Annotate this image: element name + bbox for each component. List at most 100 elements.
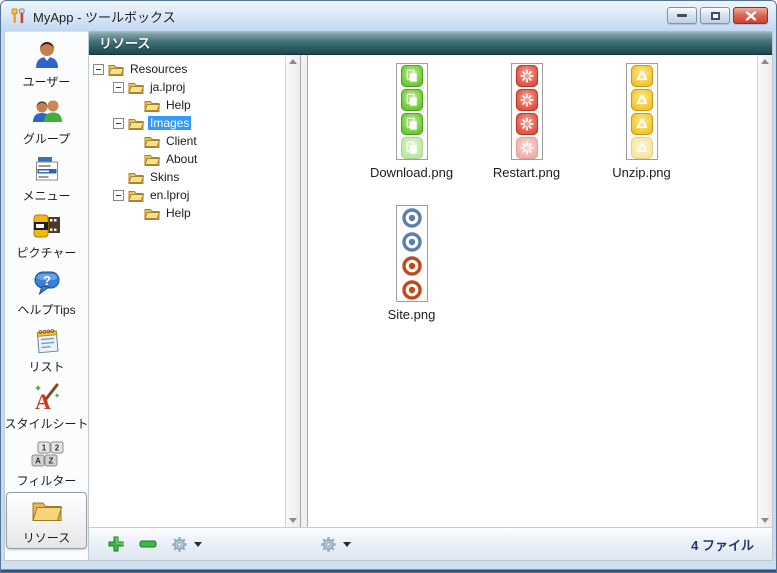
files-scrollbar[interactable] [757, 55, 772, 527]
starburst-icon [516, 65, 538, 87]
filter-keys-icon: 1 2 A Z [30, 438, 64, 470]
sidebar-item-help-tips[interactable]: ? ヘルプTips [6, 264, 87, 321]
file-name: Restart.png [493, 165, 560, 180]
file-name: Site.png [388, 307, 436, 322]
main-panel: リソース Resources ja.lproj [89, 31, 773, 561]
user-icon [30, 39, 64, 71]
recycle-icon [631, 89, 653, 111]
resource-tree-panel: Resources ja.lproj Help [89, 55, 301, 527]
files-actions-button[interactable] [320, 536, 351, 553]
folder-icon [144, 99, 160, 112]
window-frame-bottom [1, 561, 776, 573]
sidebar-item-menu[interactable]: メニュー [6, 150, 87, 207]
sidebar-item-group[interactable]: グループ [6, 93, 87, 150]
scroll-down-icon[interactable] [761, 518, 769, 523]
sidebar-item-filter[interactable]: 1 2 A Z フィルター [6, 435, 87, 492]
tree-item-about[interactable]: About [93, 150, 285, 168]
tree-item-images[interactable]: Images [93, 114, 285, 132]
sidebar-item-label: メニュー [22, 187, 70, 204]
notepad-icon [30, 324, 64, 356]
tree-item-label: Skins [148, 170, 181, 184]
collapse-expander-icon[interactable] [113, 82, 124, 93]
group-icon [30, 96, 64, 128]
sidebar-item-resources[interactable]: リソース [6, 492, 87, 549]
sidebar-item-list[interactable]: リスト [6, 321, 87, 378]
panel-splitter[interactable] [301, 55, 308, 527]
svg-text:1: 1 [41, 444, 46, 453]
close-button[interactable] [733, 7, 768, 24]
target-ring-icon [401, 279, 423, 301]
tree-actions-button[interactable] [171, 536, 202, 553]
tree-item-help[interactable]: Help [93, 96, 285, 114]
tree-item-ja-lproj[interactable]: ja.lproj [93, 78, 285, 96]
copy-pages-icon [401, 137, 423, 159]
sidebar-item-label: ユーザー [23, 73, 71, 90]
tree-item-help-en[interactable]: Help [93, 204, 285, 222]
maximize-icon [711, 12, 720, 20]
plus-icon [107, 535, 125, 553]
copy-pages-icon [401, 113, 423, 135]
toolbox-app-icon [9, 7, 27, 25]
sidebar-item-label: フィルター [17, 472, 77, 489]
scroll-up-icon[interactable] [761, 59, 769, 64]
maximize-button[interactable] [700, 7, 730, 24]
titlebar[interactable]: MyApp - ツールボックス [1, 1, 776, 31]
folder-icon [128, 117, 144, 130]
image-strip [396, 63, 428, 160]
file-item-download[interactable]: Download.png [354, 63, 469, 205]
scroll-down-icon[interactable] [289, 518, 297, 523]
sidebar-item-stylesheet[interactable]: A スタイルシート [6, 378, 87, 435]
file-name: Download.png [370, 165, 453, 180]
folder-icon [144, 207, 160, 220]
stylesheet-icon: A [30, 381, 64, 413]
sidebar-item-label: ヘルプTips [17, 301, 75, 318]
tree-item-en-lproj[interactable]: en.lproj [93, 186, 285, 204]
sidebar-item-user[interactable]: ユーザー [6, 36, 87, 93]
tree-scrollbar[interactable] [285, 55, 300, 527]
panel-title: リソース [99, 33, 150, 52]
sidebar-item-label: ピクチャー [17, 244, 77, 261]
tree-item-skins[interactable]: Skins [93, 168, 285, 186]
minimize-icon [677, 14, 687, 17]
recycle-icon [631, 137, 653, 159]
scroll-up-icon[interactable] [289, 59, 297, 64]
target-ring-icon [401, 255, 423, 277]
target-ring-icon [401, 207, 423, 229]
add-button[interactable] [107, 535, 125, 553]
tree-item-client[interactable]: Client [93, 132, 285, 150]
remove-button[interactable] [139, 540, 157, 548]
tree-item-label: en.lproj [148, 188, 191, 202]
file-item-unzip[interactable]: Unzip.png [584, 63, 699, 205]
help-bubble-icon: ? [30, 267, 64, 299]
sidebar-item-label: リスト [28, 358, 64, 375]
file-item-restart[interactable]: Restart.png [469, 63, 584, 205]
window-controls [667, 1, 768, 24]
starburst-icon [516, 137, 538, 159]
collapse-expander-icon[interactable] [113, 190, 124, 201]
folder-icon [128, 81, 144, 94]
recycle-icon [631, 113, 653, 135]
sidebar-item-picture[interactable]: ピクチャー [6, 207, 87, 264]
image-strip [511, 63, 543, 160]
copy-pages-icon [401, 65, 423, 87]
files-panel: Download.png Restart.png [308, 55, 772, 527]
collapse-expander-icon[interactable] [93, 64, 104, 75]
minus-icon [139, 540, 157, 548]
file-item-site[interactable]: Site.png [354, 205, 469, 347]
tree-item-label: About [164, 152, 199, 166]
svg-text:?: ? [43, 273, 51, 288]
dropdown-caret-icon [343, 542, 351, 547]
sidebar-item-label: リソース [23, 529, 70, 546]
gear-icon [171, 536, 188, 553]
sidebar-item-label: グループ [23, 130, 70, 147]
tree-item-resources[interactable]: Resources [93, 60, 285, 78]
collapse-expander-icon[interactable] [113, 118, 124, 129]
bottom-toolbar: 4 ファイル [89, 527, 772, 560]
folder-icon [108, 63, 124, 76]
open-folder-icon [30, 495, 64, 527]
tree-item-label: Client [164, 134, 199, 148]
close-icon [745, 11, 757, 21]
minimize-button[interactable] [667, 7, 697, 24]
recycle-icon [631, 65, 653, 87]
folder-icon [144, 153, 160, 166]
